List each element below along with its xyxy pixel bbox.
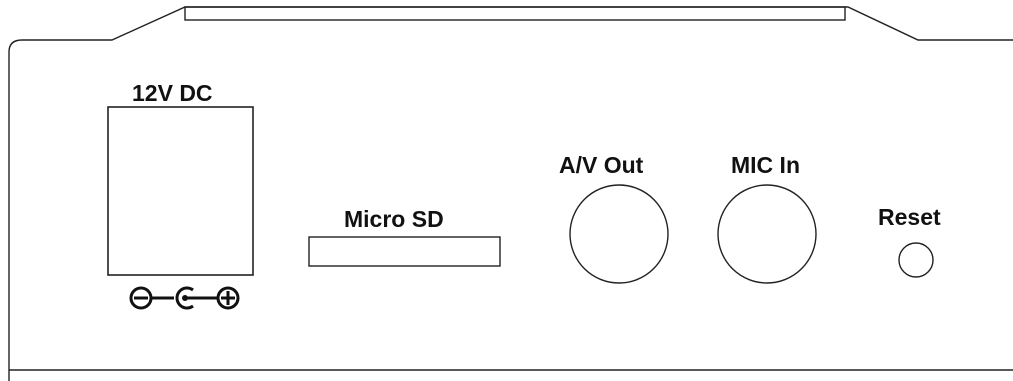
micro-sd-label: Micro SD <box>344 206 444 232</box>
reset-label: Reset <box>878 204 941 230</box>
reset-button[interactable] <box>898 242 934 278</box>
power-label: 12V DC <box>132 80 213 106</box>
mic-in-label: MIC In <box>731 152 800 178</box>
top-slot <box>184 6 846 21</box>
positive-symbol <box>216 286 240 310</box>
av-out-port[interactable] <box>569 184 669 284</box>
mic-in-port[interactable] <box>717 184 817 284</box>
device-rear-panel <box>8 6 1013 381</box>
av-out-label: A/V Out <box>559 152 644 178</box>
enclosure-outline <box>8 6 1013 381</box>
polarity-diagram <box>129 286 240 310</box>
power-jack[interactable] <box>107 106 254 276</box>
micro-sd-slot[interactable] <box>308 236 501 267</box>
negative-symbol <box>129 286 153 310</box>
